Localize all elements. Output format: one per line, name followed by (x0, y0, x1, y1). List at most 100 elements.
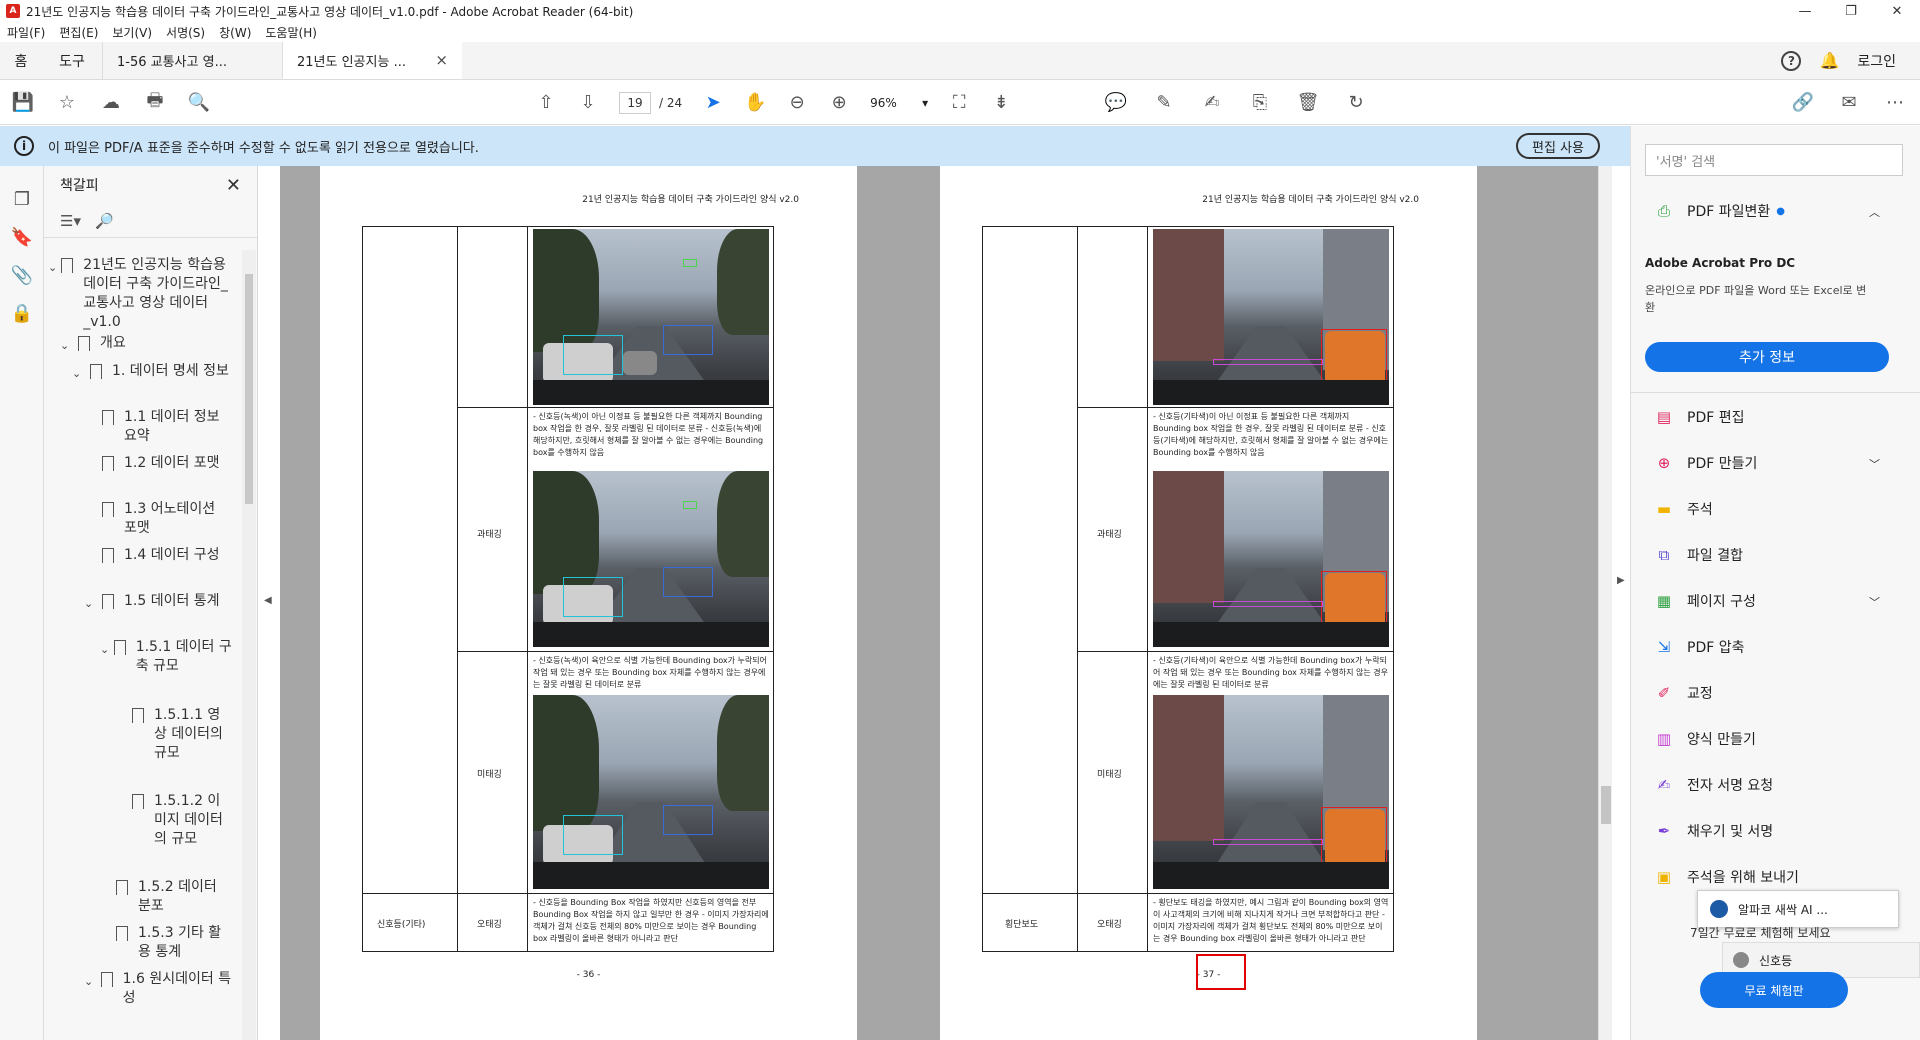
bookmark-item[interactable]: 1.1 데이터 정보 요약 (98, 408, 232, 446)
menu-edit[interactable]: 편집(E) (52, 24, 105, 41)
chevron-down-icon[interactable]: ⌄ (72, 364, 86, 383)
zoom-in-icon[interactable]: ⊕ (828, 92, 850, 114)
maximize-button[interactable]: ❐ (1828, 0, 1874, 22)
menu-sign[interactable]: 서명(S) (159, 24, 212, 41)
tool-create-pdf[interactable]: ⊕ PDF 만들기 (1653, 452, 1758, 474)
enable-editing-button[interactable]: 편집 사용 (1516, 133, 1600, 159)
tab-document-2[interactable]: 21년도 인공지능 ... × (282, 42, 462, 79)
tool-compress-pdf[interactable]: ⇲ PDF 압축 (1653, 636, 1745, 658)
search-icon[interactable]: 🔍 (188, 92, 210, 114)
acrobat-icon: A (6, 4, 20, 18)
zoom-control[interactable]: 96% ▾ (870, 96, 928, 110)
email-icon[interactable]: ✉ (1838, 92, 1860, 114)
bookmark-item[interactable]: 1.5.1.1 영상 데이터의 규모 (128, 706, 232, 763)
tools-search-input[interactable]: '서명' 검색 (1645, 144, 1903, 176)
select-pointer-icon[interactable]: ➤ (702, 92, 724, 114)
find-bookmark-icon[interactable]: 🔎 (95, 212, 114, 230)
close-tab-icon[interactable]: × (435, 51, 448, 69)
menu-help[interactable]: 도움말(H) (258, 24, 324, 41)
chevron-down-icon[interactable]: ﹀ (1869, 594, 1880, 610)
attachment-icon[interactable]: 📎 (11, 264, 33, 286)
login-button[interactable]: 로그인 (1857, 51, 1896, 71)
scrollbar-thumb[interactable] (1601, 786, 1611, 824)
bookmark-item[interactable]: 1.2 데이터 포맷 (98, 454, 232, 473)
chevron-down-icon[interactable]: ⌄ (60, 336, 74, 355)
bookmark-options-icon[interactable]: ☰▾ (60, 212, 81, 230)
tab-home[interactable]: 홈 (0, 42, 42, 79)
save-icon[interactable]: 💾 (12, 92, 34, 114)
notification-bell-icon[interactable]: 🔔 (1819, 51, 1839, 70)
menu-view[interactable]: 보기(V) (105, 24, 159, 41)
bookmark-item[interactable]: ⌄ 1.5.1 데이터 구축 규모 (100, 638, 232, 676)
zoom-out-icon[interactable]: ⊖ (786, 92, 808, 114)
bookmark-item[interactable]: ⌄ 개요 (60, 334, 238, 355)
share-link-icon[interactable]: 🔗 (1792, 92, 1814, 114)
bookmark-item[interactable]: ⌄ 1. 데이터 명세 정보 (72, 362, 232, 383)
free-trial-button[interactable]: 무료 체험판 (1700, 972, 1848, 1008)
expand-right-panel-icon[interactable]: ▶ (1617, 575, 1625, 586)
bookmark-label: 1.5.2 데이터 분포 (138, 879, 217, 914)
pdf-convert-row[interactable]: ⎙ PDF 파일변환 ● (1653, 200, 1785, 222)
more-options-icon[interactable]: ⋯ (1884, 92, 1906, 114)
scroll-mode-icon[interactable]: ⇟ (990, 92, 1012, 114)
highlight-icon[interactable]: ✎ (1153, 92, 1175, 114)
document-lock-icon[interactable]: 🔒 (11, 302, 33, 324)
menu-file[interactable]: 파일(F) (0, 24, 52, 41)
tool-organize-pages[interactable]: ▦ 페이지 구성 (1653, 590, 1756, 612)
close-panel-icon[interactable]: ✕ (226, 175, 241, 196)
send-comments-icon: ▣ (1656, 868, 1672, 886)
tool-send-for-comments[interactable]: ▣ 주석을 위해 보내기 (1653, 866, 1799, 888)
tool-prepare-form[interactable]: ▥ 양식 만들기 (1653, 728, 1756, 750)
collapse-left-panel-icon[interactable]: ◀ (264, 595, 272, 606)
bookmark-icon[interactable]: 🔖 (11, 226, 33, 248)
tool-redact[interactable]: ✐ 교정 (1653, 682, 1713, 704)
hand-tool-icon[interactable]: ✋ (744, 92, 766, 114)
chevron-down-icon[interactable]: ⌄ (84, 972, 97, 1008)
tool-edit-pdf[interactable]: ▤ PDF 편집 (1653, 406, 1745, 428)
popup-text: 알파코 새싹 AI ... (1738, 902, 1828, 917)
minimize-button[interactable]: — (1782, 0, 1828, 22)
bookmark-item[interactable]: ⌄ 1.5 데이터 통계 (84, 592, 232, 613)
chevron-down-icon[interactable]: ⌄ (100, 640, 110, 676)
bookmark-item[interactable]: 1.5.1.2 이미지 데이터의 규모 (128, 792, 232, 849)
bookmarks-scrollbar[interactable] (242, 250, 256, 1040)
tab-document-1[interactable]: 1-56 교통사고 영... (102, 42, 282, 79)
rotate-icon[interactable]: ↻ (1345, 92, 1367, 114)
page-number-input[interactable]: 19 (619, 91, 651, 114)
document-scrollbar[interactable] (1598, 166, 1612, 1040)
bookmark-item[interactable]: 1.5.2 데이터 분포 (112, 878, 232, 916)
scrollbar-thumb[interactable] (245, 274, 253, 504)
next-page-icon[interactable]: ⇩ (577, 92, 599, 114)
bookmark-item[interactable]: 1.3 어노테이션 포맷 (98, 500, 232, 538)
more-info-button[interactable]: 추가 정보 (1645, 342, 1889, 372)
bookmark-item[interactable]: ⌄ 1.6 원시데이터 특성 (84, 970, 232, 1008)
chevron-down-icon[interactable]: ﹀ (1869, 456, 1880, 472)
chevron-up-icon[interactable]: ︿ (1869, 204, 1880, 220)
delete-icon[interactable]: 🗑 (1297, 92, 1320, 114)
bookmark-item[interactable]: 1.5.3 기타 활용 통계 (112, 924, 232, 962)
notification-popup[interactable]: 알파코 새싹 AI ... (1697, 890, 1899, 928)
tool-fill-sign[interactable]: ✒ 채우기 및 서명 (1653, 820, 1773, 842)
fit-page-icon[interactable]: ⛶ (948, 92, 970, 114)
chevron-down-icon[interactable]: ⌄ (84, 594, 98, 613)
tab-tools[interactable]: 도구 (42, 42, 102, 79)
upload-cloud-icon[interactable]: ☁ (100, 92, 122, 114)
tool-combine-files[interactable]: ⧉ 파일 결합 (1653, 544, 1743, 566)
chevron-down-icon[interactable]: ⌄ (48, 258, 57, 332)
bookmark-item[interactable]: ⌄ 21년도 인공지능 학습용 데이터 구축 가이드라인_교통사고 영상 데이터… (48, 256, 238, 332)
help-icon[interactable]: ? (1781, 50, 1802, 71)
star-icon[interactable]: ☆ (56, 92, 78, 114)
stamp-icon[interactable]: ⎘ (1249, 92, 1271, 114)
bookmark-label: 1.4 데이터 구성 (124, 547, 220, 563)
tool-request-signature[interactable]: ✍ 전자 서명 요청 (1653, 774, 1773, 796)
previous-page-icon[interactable]: ⇧ (535, 92, 557, 114)
close-window-button[interactable]: ✕ (1874, 0, 1920, 22)
print-icon[interactable]: 🖶 (144, 90, 166, 114)
tool-comment[interactable]: ▬ 주석 (1653, 498, 1713, 520)
sign-icon[interactable]: ✍ (1201, 92, 1223, 114)
document-view[interactable]: 21년 인공지능 학습용 데이터 구축 가이드라인 양식 v2.0 - 신호등(… (280, 166, 1598, 1040)
comment-icon[interactable]: 💬 (1105, 92, 1127, 114)
page-thumbnails-icon[interactable]: ❐ (11, 188, 33, 210)
bookmark-item[interactable]: 1.4 데이터 구성 (98, 546, 232, 565)
menu-window[interactable]: 창(W) (212, 24, 258, 41)
